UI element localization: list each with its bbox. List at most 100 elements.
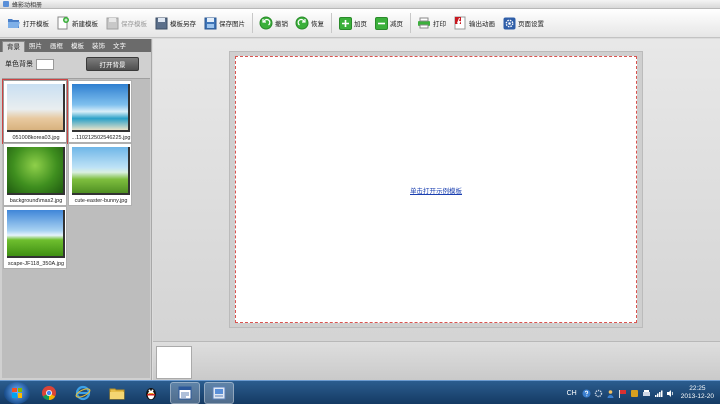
page-thumbnail[interactable] xyxy=(156,346,192,379)
volume-icon[interactable] xyxy=(666,389,675,398)
chrome-icon xyxy=(42,385,56,400)
solid-background-row: 单色背景 打开背景 xyxy=(0,52,151,76)
app-tray-icon[interactable] xyxy=(630,389,639,398)
solid-background-label: 单色背景 xyxy=(5,61,33,68)
left-panel: 背景 照片 画框 模板 装饰 文字 单色背景 打开背景 051008korea0… xyxy=(0,39,152,380)
new-document-icon xyxy=(56,16,70,30)
tab-photos[interactable]: 照片 xyxy=(25,41,46,52)
plus-icon xyxy=(338,16,352,30)
taskbar-chrome-button[interactable] xyxy=(34,382,64,404)
thumbnail-item[interactable]: 051008korea03.jpg xyxy=(3,80,67,143)
thumbnail-caption: 051008korea03.jpg xyxy=(12,135,60,141)
open-template-button[interactable]: 打开模板 xyxy=(4,12,52,34)
save-template-button[interactable]: 保存模板 xyxy=(102,12,150,34)
thumbnail-item[interactable]: cute-easter-bunny.jpg xyxy=(68,143,132,206)
open-sample-template-link[interactable]: 单击打开示例模板 xyxy=(410,185,462,195)
open-template-label: 打开模板 xyxy=(23,21,49,28)
clock-time: 22:25 xyxy=(689,385,706,392)
taskbar: CH 22:25 2013-12-20 xyxy=(0,380,720,404)
save-template-label: 保存模板 xyxy=(121,21,147,28)
material-tabs: 背景 照片 画框 模板 装饰 文字 xyxy=(0,39,151,52)
new-template-button[interactable]: 新建模板 xyxy=(53,12,101,34)
save-image-button[interactable]: 保存图片 xyxy=(200,12,248,34)
network-tray-icon[interactable] xyxy=(654,389,663,398)
background-thumbnail-list: 051008korea03.jpg ...110212502546225.jpg… xyxy=(2,78,150,378)
save-image-label: 保存图片 xyxy=(219,21,245,28)
undo-label: 撤销 xyxy=(275,21,288,28)
qq-penguin-icon xyxy=(146,387,156,400)
person-tray-icon[interactable] xyxy=(606,389,615,398)
print-button[interactable]: 打印 xyxy=(414,12,449,34)
help-icon[interactable] xyxy=(582,389,591,398)
redo-icon xyxy=(295,16,309,30)
solid-background-color-swatch[interactable] xyxy=(36,58,54,70)
printer-icon xyxy=(417,16,431,30)
add-page-button[interactable]: 加页 xyxy=(335,12,370,34)
thumbnail-image-landscape xyxy=(7,210,65,258)
thumbnail-image-tropical xyxy=(72,84,130,132)
thumbnail-caption: scape-JF118_350A.jpg xyxy=(7,261,65,267)
print-label: 打印 xyxy=(433,21,446,28)
save-as-icon xyxy=(154,16,168,30)
system-tray: CH 22:25 2013-12-20 xyxy=(567,381,720,404)
title-bar: 蜂影动相册 xyxy=(0,0,720,9)
flag-tray-icon[interactable] xyxy=(618,389,627,398)
thumbnail-caption: background\mas2.jpg xyxy=(9,198,63,204)
open-background-button[interactable]: 打开背景 xyxy=(86,57,139,71)
undo-button[interactable]: 撤销 xyxy=(256,12,291,34)
toolbar-separator xyxy=(252,13,253,33)
export-animation-label: 输出动画 xyxy=(469,21,495,28)
save-image-icon xyxy=(203,16,217,30)
page-settings-label: 页面设置 xyxy=(518,21,544,28)
thumbnail-image-beach xyxy=(7,84,65,132)
taskbar-ie-button[interactable] xyxy=(68,382,98,404)
printer-tray-icon[interactable] xyxy=(642,389,651,398)
toolbar-separator xyxy=(410,13,411,33)
internet-explorer-icon xyxy=(75,385,91,400)
toolbar: 打开模板 新建模板 保存模板 模板另存 保存图片 撤销 恢复 加页 减页 打印 … xyxy=(0,9,720,38)
template-save-as-button[interactable]: 模板另存 xyxy=(151,12,199,34)
flash-export-icon xyxy=(453,16,467,30)
canvas-area: 单击打开示例模板 xyxy=(153,39,720,341)
save-disk-icon xyxy=(105,16,119,30)
tab-decorations[interactable]: 装饰 xyxy=(88,41,109,52)
taskbar-album-app-button[interactable] xyxy=(204,381,234,404)
start-button[interactable] xyxy=(4,381,30,404)
document-app-icon xyxy=(178,386,192,399)
remove-page-label: 减页 xyxy=(390,21,403,28)
toolbar-separator xyxy=(331,13,332,33)
thumbnail-item[interactable]: ...110212502546225.jpg xyxy=(68,80,132,143)
taskbar-qq-button[interactable] xyxy=(136,382,166,404)
album-page[interactable]: 单击打开示例模板 xyxy=(235,56,637,323)
folder-icon xyxy=(109,388,125,399)
tab-frames[interactable]: 画框 xyxy=(46,41,67,52)
page-settings-button[interactable]: 页面设置 xyxy=(499,12,547,34)
export-animation-button[interactable]: 输出动画 xyxy=(450,12,498,34)
thumbnail-item[interactable]: scape-JF118_350A.jpg xyxy=(3,206,67,269)
thumbnail-item[interactable]: background\mas2.jpg xyxy=(3,143,67,206)
thumbnail-caption: cute-easter-bunny.jpg xyxy=(74,198,128,204)
taskbar-explorer-button[interactable] xyxy=(102,382,132,404)
clock-date: 2013-12-20 xyxy=(680,393,714,400)
app-icon xyxy=(3,1,9,7)
tab-text[interactable]: 文字 xyxy=(109,41,130,52)
redo-label: 恢复 xyxy=(311,21,324,28)
page-thumbnail-strip xyxy=(153,341,720,380)
settings-tray-icon[interactable] xyxy=(594,389,603,398)
taskbar-word-button[interactable] xyxy=(170,381,200,404)
redo-button[interactable]: 恢复 xyxy=(292,12,327,34)
windows-logo-icon xyxy=(12,387,22,398)
folder-open-icon xyxy=(7,16,21,30)
thumbnail-image-green xyxy=(7,147,65,195)
window-title: 蜂影动相册 xyxy=(12,2,43,9)
system-clock[interactable]: 22:25 2013-12-20 xyxy=(681,385,714,401)
album-app-icon xyxy=(212,386,226,399)
gear-icon xyxy=(502,16,516,30)
remove-page-button[interactable]: 减页 xyxy=(371,12,406,34)
tab-background[interactable]: 背景 xyxy=(2,41,25,52)
input-language-indicator[interactable]: CH xyxy=(567,390,577,397)
new-template-label: 新建模板 xyxy=(72,21,98,28)
minus-icon xyxy=(374,16,388,30)
tab-templates[interactable]: 模板 xyxy=(67,41,88,52)
thumbnail-image-easter xyxy=(72,147,130,195)
